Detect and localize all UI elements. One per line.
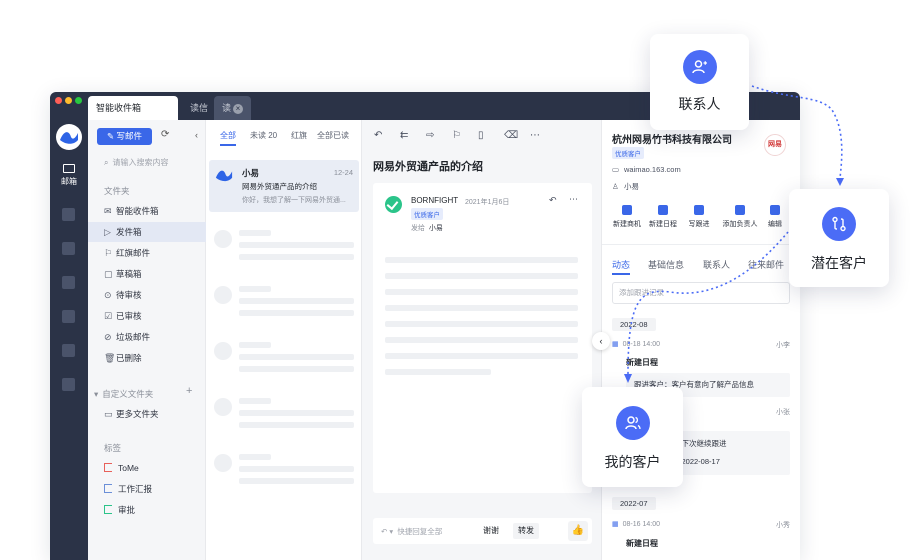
route-icon [832, 216, 846, 232]
callout-contacts-label: 联系人 [678, 96, 721, 112]
callout-prospects: 潜在客户 [789, 189, 889, 287]
contact-badge [683, 50, 717, 84]
arrowhead-icon [836, 178, 844, 186]
customer-badge [616, 406, 650, 440]
customers-icon [625, 416, 641, 430]
callout-contacts: 联系人 [650, 34, 749, 130]
callout-my-customers-label: 我的客户 [604, 454, 661, 470]
arrowhead-icon [624, 374, 632, 383]
connector-prospects-to-customers [627, 231, 789, 375]
callout-prospects-label: 潜在客户 [811, 255, 867, 271]
contacts-icon [692, 60, 707, 74]
connector-lines [624, 85, 844, 383]
connector-contacts-to-prospects [751, 85, 843, 179]
callout-my-customers: 我的客户 [582, 387, 683, 487]
prospect-badge [822, 207, 856, 241]
marketing-stage: 智能收件箱 读信 读 × 邮箱 ✎ 写邮件 ⟳ ‹ ⌕ 请输入搜索内容 文件夹 … [0, 0, 912, 560]
